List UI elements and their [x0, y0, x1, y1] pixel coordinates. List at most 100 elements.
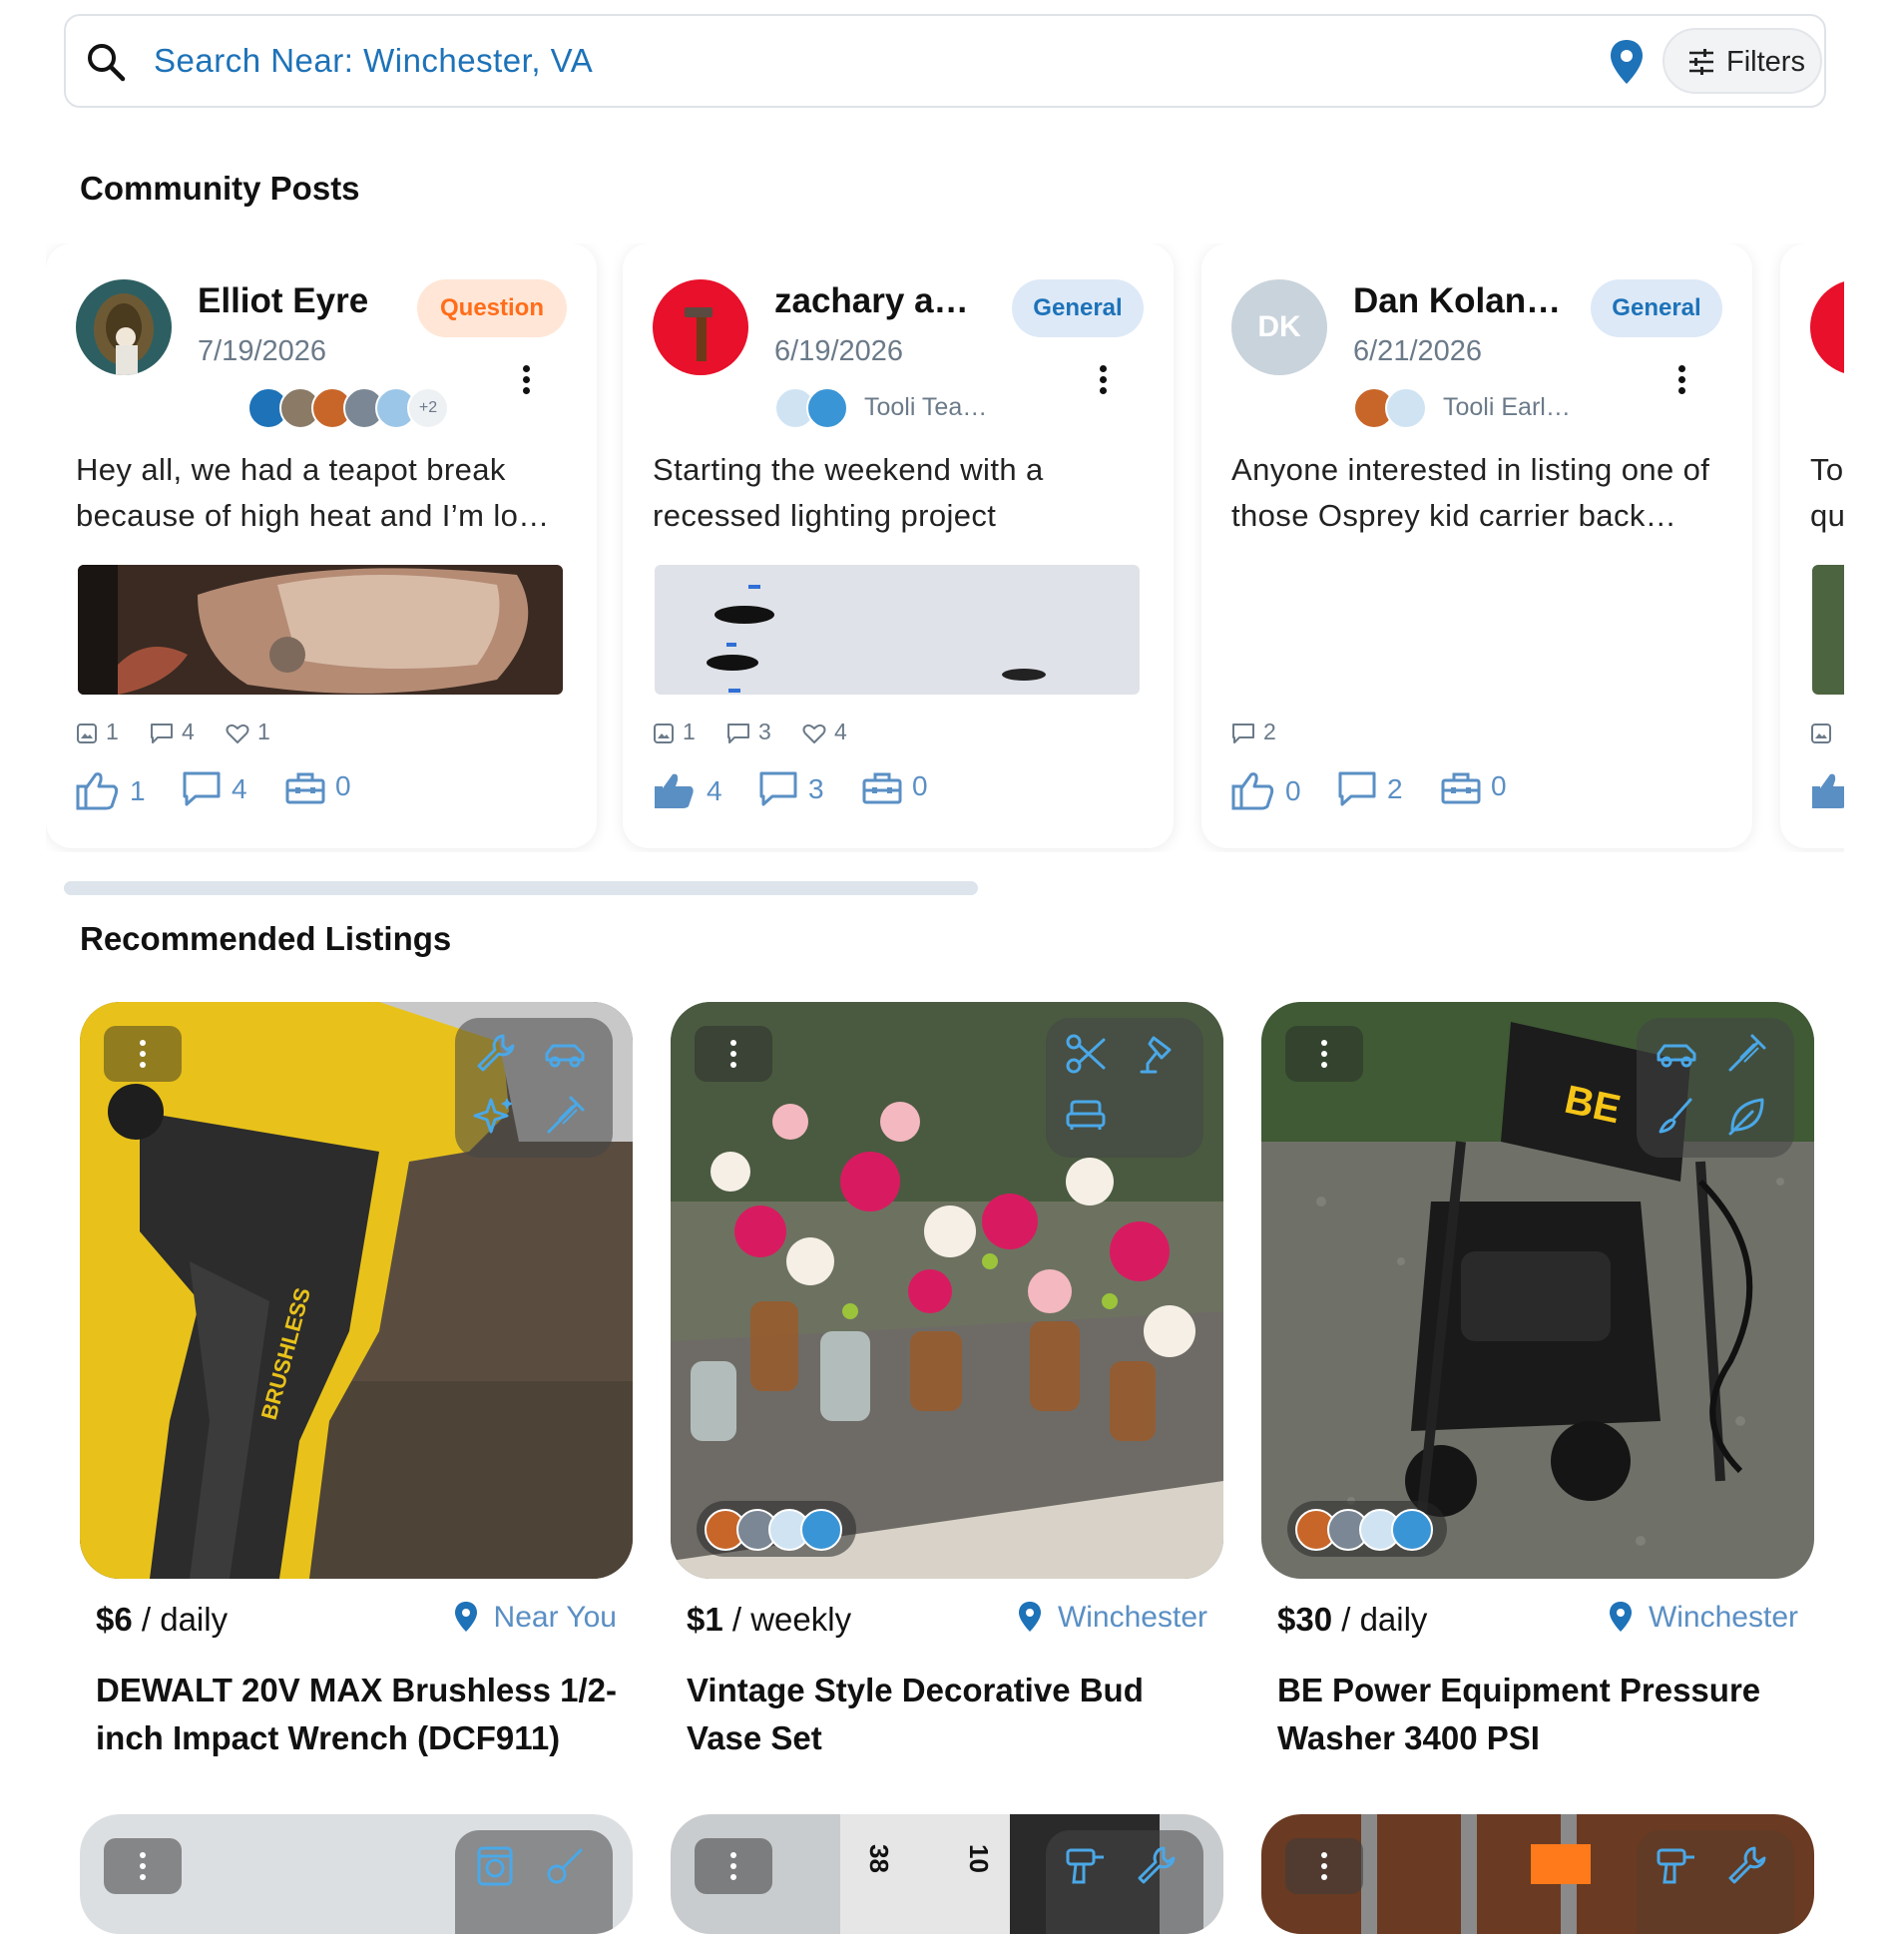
appliance-icon	[477, 1846, 513, 1886]
comments-button[interactable]: 2	[1337, 770, 1403, 808]
more-options-icon[interactable]	[1100, 365, 1108, 395]
listing-image[interactable]: BRUSHLESS	[80, 1002, 633, 1579]
image-icon	[654, 724, 674, 743]
avatar[interactable]	[1810, 279, 1844, 375]
image-count: 1	[653, 719, 696, 745]
avatar[interactable]: DK	[1231, 279, 1327, 375]
listing-location: Winchester	[1609, 1601, 1798, 1635]
sliders-icon	[1689, 49, 1713, 75]
location-pin-icon	[454, 1602, 477, 1632]
image-icon	[77, 724, 97, 743]
search-bar[interactable]: Search Near: Winchester, VA Filters	[64, 14, 1826, 108]
avatar[interactable]	[76, 279, 172, 375]
listing-title[interactable]: Vintage Style Decorative Bud Vase Set	[687, 1667, 1215, 1762]
listing-card[interactable]	[80, 1814, 633, 1934]
listing-card[interactable]: BE $30 / daily Winchester BE Power Equip…	[1261, 1002, 1814, 1760]
listing-menu-button[interactable]	[104, 1838, 182, 1894]
post-image[interactable]	[1812, 565, 1844, 695]
category-icons	[455, 1018, 613, 1158]
heart-icon	[226, 724, 249, 743]
tape-measure-label: 38	[864, 1844, 894, 1873]
wrench-icon	[1138, 1846, 1176, 1884]
listing-card[interactable]: BRUSHLESS $6 / daily Near You DEWALT 20V…	[80, 1002, 633, 1760]
filters-button[interactable]: Filters	[1663, 28, 1822, 94]
category-icons	[1046, 1018, 1203, 1158]
listing-menu-button[interactable]	[695, 1838, 772, 1894]
thumbs-up-button[interactable]: 4	[653, 770, 722, 810]
post-author[interactable]: Dan Kolansky	[1353, 281, 1573, 321]
post-body[interactable]: Anyone interested in listing one of thos…	[1231, 447, 1730, 539]
post-body[interactable]: Hey all, we had a teapot break because o…	[76, 447, 575, 539]
owner-avatars[interactable]	[697, 1501, 856, 1557]
comment-icon	[759, 771, 797, 806]
post-card[interactable]: DK Dan Kolansky 6/21/2026 General Tooli …	[1201, 243, 1752, 848]
listing-menu-button[interactable]	[695, 1026, 772, 1082]
listing-image[interactable]: BE	[1261, 1002, 1814, 1579]
listing-card[interactable]: 38 10	[671, 1814, 1223, 1934]
toolbox-button[interactable]: 0	[862, 770, 928, 805]
thumbs-up-icon	[76, 772, 119, 810]
group-avatar	[1385, 387, 1427, 429]
paint-roller-icon	[547, 1096, 585, 1134]
owner-avatars[interactable]	[1287, 1501, 1447, 1557]
thumbs-up-filled-icon	[1812, 773, 1844, 808]
more-options-icon[interactable]	[1678, 365, 1686, 395]
listing-menu-button[interactable]	[104, 1026, 182, 1082]
post-card[interactable]: Elliot Eyre 7/19/2026 Question +2 Hey al…	[46, 243, 597, 848]
listing-image[interactable]	[80, 1814, 633, 1934]
carousel-scrollbar[interactable]	[64, 881, 978, 895]
community-posts-carousel[interactable]: Elliot Eyre 7/19/2026 Question +2 Hey al…	[46, 243, 1844, 852]
sofa-icon	[1066, 1100, 1106, 1130]
listing-image[interactable]	[671, 1002, 1223, 1579]
post-body[interactable]: Starting the weekend with a recessed lig…	[653, 447, 1152, 539]
category-icons	[1637, 1018, 1794, 1158]
search-input[interactable]: Search Near: Winchester, VA	[154, 42, 593, 80]
toolbox-button[interactable]: 0	[285, 770, 351, 805]
image-count	[1810, 719, 1840, 745]
guitar-icon	[547, 1848, 583, 1884]
toolbox-icon	[1441, 772, 1481, 804]
owner-avatar	[800, 1509, 842, 1551]
post-image[interactable]	[78, 565, 563, 695]
listing-location: Winchester	[1018, 1601, 1207, 1635]
toolbox-button[interactable]: 0	[1441, 770, 1507, 805]
post-card[interactable]: zachary ant… 6/19/2026 General Tooli Tea…	[623, 243, 1174, 848]
sparkles-icon	[473, 1098, 513, 1134]
listing-title[interactable]: DEWALT 20V MAX Brushless 1/2-inch Impact…	[96, 1667, 625, 1762]
scissors-icon	[1066, 1034, 1106, 1074]
heart-icon	[802, 724, 826, 743]
comment-icon	[727, 724, 749, 743]
like-count: 1	[226, 719, 270, 745]
listing-menu-button[interactable]	[1285, 1026, 1363, 1082]
location-pin-icon[interactable]	[1607, 38, 1647, 86]
listing-card[interactable]: $1 / weekly Winchester Vintage Style Dec…	[671, 1002, 1223, 1760]
listing-card[interactable]	[1261, 1814, 1814, 1934]
thumbs-up-button[interactable]: 1	[76, 770, 146, 810]
post-image[interactable]	[655, 565, 1140, 695]
thumbs-up-button[interactable]	[1810, 770, 1844, 810]
listing-menu-button[interactable]	[1285, 1838, 1363, 1894]
more-options-icon[interactable]	[523, 365, 531, 395]
lamp-icon	[1140, 1036, 1172, 1074]
thumbs-up-icon	[1231, 772, 1274, 810]
comment-count: 3	[726, 719, 771, 745]
listing-location: Near You	[454, 1601, 617, 1635]
comment-icon	[1232, 724, 1254, 743]
leaf-icon	[1728, 1098, 1764, 1136]
post-author[interactable]: Elliot Eyre	[198, 281, 368, 321]
category-icons	[455, 1830, 613, 1934]
location-pin-icon	[1018, 1602, 1041, 1632]
post-author[interactable]: zachary ant…	[774, 281, 984, 321]
listing-image[interactable]: 38 10	[671, 1814, 1223, 1934]
listing-title[interactable]: BE Power Equipment Pressure Washer 3400 …	[1277, 1667, 1806, 1762]
comments-button[interactable]: 4	[182, 770, 247, 808]
post-card[interactable]: To qu	[1780, 243, 1844, 848]
listing-price: $6 / daily	[96, 1601, 229, 1638]
comment-count: 4	[150, 719, 195, 745]
drill-icon	[1657, 1848, 1694, 1884]
post-body[interactable]: To qu	[1810, 447, 1844, 539]
comments-button[interactable]: 3	[758, 770, 824, 808]
avatar[interactable]	[653, 279, 748, 375]
thumbs-up-button[interactable]: 0	[1231, 770, 1301, 810]
listing-image[interactable]	[1261, 1814, 1814, 1934]
